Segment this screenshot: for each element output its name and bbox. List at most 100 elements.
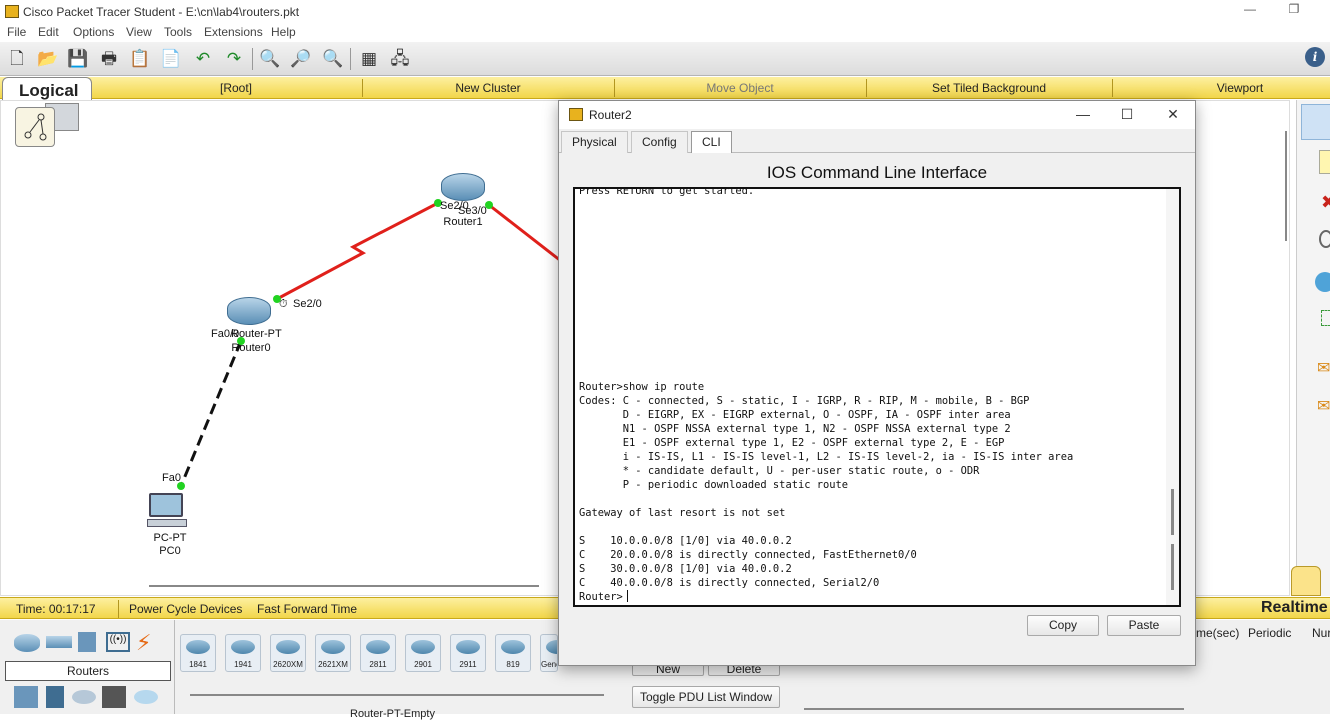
realtime-label[interactable]: Realtime [1261, 599, 1328, 617]
resize-icon[interactable] [1321, 310, 1330, 326]
pdu-col-periodic: Periodic [1248, 626, 1292, 640]
toggle-pdu-list-button[interactable]: Toggle PDU List Window [632, 686, 780, 708]
menu-extensions[interactable]: Extensions [204, 25, 263, 39]
pdu-col-time: me(sec) [1196, 626, 1240, 640]
device-819[interactable]: 819 [495, 634, 531, 672]
hubs-category-icon[interactable] [78, 632, 96, 652]
paste-button[interactable]: Paste [1107, 615, 1181, 636]
dialog-minimize-icon[interactable]: — [1073, 106, 1093, 124]
cli-scrollbar[interactable] [1166, 189, 1179, 605]
horizontal-scrollbar[interactable] [149, 585, 539, 587]
switches-category-icon[interactable] [46, 636, 72, 648]
logical-tab[interactable]: Logical [2, 77, 92, 102]
restore-icon[interactable]: ❐ [1284, 2, 1304, 20]
wireless-category-icon[interactable]: ((•)) [106, 632, 130, 652]
pc0-device[interactable] [147, 493, 191, 531]
device-1941[interactable]: 1941 [225, 634, 261, 672]
device-2911[interactable]: 2911 [450, 634, 486, 672]
copy-button[interactable]: Copy [1027, 615, 1099, 636]
menu-file[interactable]: File [7, 25, 26, 39]
device-2621xm[interactable]: 2621XM [315, 634, 351, 672]
cli-scroll-thumb[interactable] [1171, 489, 1174, 535]
delete-icon[interactable]: ✖ [1321, 192, 1330, 213]
common-tools-bar: ✖ ✉ ✉ [1291, 100, 1330, 596]
nav-new-cluster[interactable]: New Cluster [372, 81, 604, 95]
print-icon[interactable]: 🖶 [97, 48, 121, 70]
zoom-out-icon[interactable]: 🔍 [321, 48, 345, 70]
vertical-scrollbar[interactable] [1285, 131, 1287, 241]
menu-edit[interactable]: Edit [38, 25, 59, 39]
cli-scroll-thumb[interactable] [1171, 544, 1174, 590]
multiuser-category-icon[interactable] [134, 690, 158, 704]
cli-console[interactable]: Press RETURN to get started. Router>show… [573, 187, 1181, 607]
custom-devices-category-icon[interactable] [102, 686, 126, 708]
connections-category-icon[interactable]: ⚡ [136, 630, 162, 655]
end-devices-category-icon[interactable] [14, 686, 38, 708]
palette-icon[interactable]: ▦ [357, 48, 381, 70]
router-icon [227, 297, 271, 325]
dialog-close-icon[interactable]: ✕ [1163, 106, 1183, 124]
save-icon[interactable]: 💾 [66, 48, 90, 70]
nav-set-tiled-background[interactable]: Set Tiled Background [876, 81, 1102, 95]
nav-divider [614, 79, 615, 97]
device-1841[interactable]: 1841 [180, 634, 216, 672]
pc-icon [149, 493, 183, 517]
nav-move-object[interactable]: Move Object [624, 81, 856, 95]
fast-forward-button[interactable]: Fast Forward Time [257, 602, 357, 616]
security-category-icon[interactable] [46, 686, 64, 708]
nav-root[interactable]: [Root] [120, 81, 352, 95]
realtime-clock-icon[interactable] [1291, 566, 1321, 596]
tab-physical[interactable]: Physical [561, 131, 628, 153]
menu-view[interactable]: View [126, 25, 152, 39]
tab-cli[interactable]: CLI [691, 131, 732, 153]
device-2811[interactable]: 2811 [360, 634, 396, 672]
device-panel-divider [174, 620, 175, 714]
add-complex-pdu-icon[interactable]: ✉ [1317, 396, 1330, 416]
toolbar-divider [350, 48, 351, 70]
menu-help[interactable]: Help [271, 25, 296, 39]
router-logo-icon [569, 108, 583, 121]
select-icon[interactable] [1301, 104, 1330, 140]
tab-config[interactable]: Config [631, 131, 688, 153]
menu-options[interactable]: Options [73, 25, 114, 39]
routers-category-icon[interactable] [14, 634, 40, 652]
draw-shape-icon[interactable] [1315, 272, 1330, 292]
menu-tools[interactable]: Tools [164, 25, 192, 39]
device-status-label: Router-PT-Empty [350, 708, 435, 720]
custom-device-icon[interactable]: 🖧 [388, 48, 412, 70]
activity-wizard-icon[interactable]: 📋 [128, 48, 152, 70]
minimize-icon[interactable]: — [1240, 2, 1260, 20]
nav-divider [362, 79, 363, 97]
device-scrollbar[interactable] [190, 694, 604, 696]
redo-icon[interactable]: ↷ [222, 48, 246, 70]
pc0-label: PC0 [159, 545, 181, 557]
pc0-model-label: PC-PT [153, 532, 187, 544]
undo-icon[interactable]: ↶ [191, 48, 215, 70]
router0-device[interactable] [227, 297, 273, 327]
clock-icon: ⏱ [279, 298, 288, 310]
device-2901[interactable]: 2901 [405, 634, 441, 672]
time-divider [118, 600, 119, 618]
pdu-list-scrollbar[interactable] [804, 708, 1184, 710]
note-icon[interactable] [1319, 150, 1330, 174]
time-display: Time: 00:17:17 [16, 602, 96, 616]
router1-label: Router1 [443, 216, 483, 228]
dialog-title: Router2 [589, 108, 632, 122]
power-cycle-button[interactable]: Power Cycle Devices [129, 602, 242, 616]
zoom-reset-icon[interactable]: 🔎 [289, 48, 313, 70]
inspect-icon[interactable] [1319, 230, 1330, 248]
dialog-maximize-icon[interactable]: ☐ [1117, 106, 1137, 124]
nav-divider [1112, 79, 1113, 97]
wan-emulation-category-icon[interactable] [72, 690, 96, 704]
device-generic[interactable]: Generic [540, 634, 558, 672]
router1-device[interactable] [439, 173, 485, 203]
device-2620xm[interactable]: 2620XM [270, 634, 306, 672]
zoom-in-icon[interactable]: 🔍 [258, 48, 282, 70]
router0-label: Router0 [231, 342, 271, 354]
nav-viewport[interactable]: Viewport [1120, 81, 1330, 95]
open-folder-icon[interactable]: 📂 [36, 48, 60, 70]
pdu-icon[interactable]: 📄 [159, 48, 183, 70]
new-file-icon[interactable]: 🗋 [5, 48, 29, 70]
add-simple-pdu-icon[interactable]: ✉ [1317, 358, 1330, 378]
info-icon[interactable]: i [1305, 47, 1325, 67]
